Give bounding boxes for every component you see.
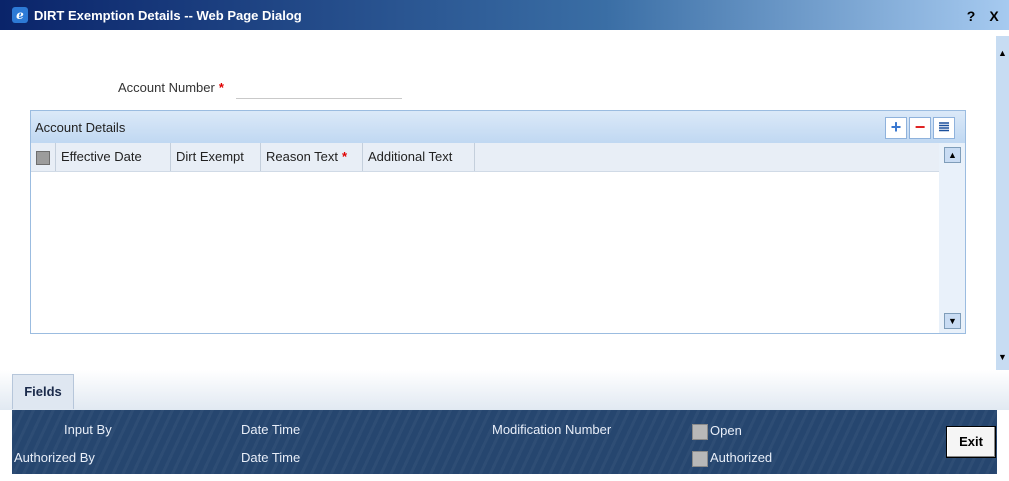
grid-scroll-up-icon[interactable]: ▲ [944, 147, 961, 163]
tab-fields[interactable]: Fields [12, 374, 74, 409]
dialog-scrollbar[interactable]: ▲ ▼ [996, 36, 1009, 374]
help-button[interactable]: ? [963, 8, 979, 24]
exit-button[interactable]: Exit [946, 426, 996, 458]
grid-scrollbar[interactable]: ▲ ▼ [939, 143, 965, 333]
grid-title: Account Details [35, 120, 126, 135]
authorized-by-label: Authorized By [14, 450, 95, 465]
select-all-checkbox[interactable] [36, 150, 50, 165]
scroll-up-icon[interactable]: ▲ [997, 48, 1008, 59]
required-marker: * [342, 149, 348, 164]
date-time-label: Date Time [241, 422, 301, 437]
window-title-bar: e DIRT Exemption Details -- Web Page Dia… [0, 0, 1009, 30]
account-details-grid: Account Details + − ≣ Effective Date Dir… [30, 110, 966, 334]
col-effective-date[interactable]: Effective Date [56, 143, 171, 171]
grid-scroll-down-icon[interactable]: ▼ [944, 313, 961, 329]
grid-column-header: Effective Date Dirt Exempt Reason Text * … [31, 143, 939, 172]
tab-strip [0, 370, 1009, 410]
col-reason-text[interactable]: Reason Text * [261, 143, 363, 171]
window-title: DIRT Exemption Details -- Web Page Dialo… [34, 8, 302, 23]
open-label: Open [710, 423, 742, 438]
col-dirt-exempt[interactable]: Dirt Exempt [171, 143, 261, 171]
audit-footer: Input By Date Time Modification Number O… [12, 410, 997, 474]
col-additional-text[interactable]: Additional Text [363, 143, 475, 171]
view-list-icon[interactable]: ≣ [933, 117, 955, 139]
select-all-cell [31, 143, 56, 171]
delete-row-button[interactable]: − [909, 117, 931, 139]
open-option: Open [692, 423, 742, 440]
account-number-label-text: Account Number [118, 80, 215, 95]
modification-number-label: Modification Number [492, 422, 612, 437]
grid-header: Account Details + − ≣ [31, 111, 965, 143]
authorized-checkbox[interactable] [692, 450, 708, 467]
required-marker: * [218, 80, 224, 95]
input-by-label: Input By [64, 422, 112, 437]
authorized-label: Authorized [710, 450, 773, 465]
account-number-input[interactable] [236, 80, 402, 99]
add-row-button[interactable]: + [885, 117, 907, 139]
close-button[interactable]: X [986, 8, 1002, 24]
date-time-label: Date Time [241, 450, 301, 465]
browser-icon: e [12, 7, 28, 23]
account-number-label: Account Number * [118, 80, 224, 95]
scroll-down-icon[interactable]: ▼ [997, 352, 1008, 363]
authorized-option: Authorized [692, 450, 772, 467]
col-reason-text-label: Reason Text [266, 149, 339, 164]
open-checkbox[interactable] [692, 423, 708, 440]
